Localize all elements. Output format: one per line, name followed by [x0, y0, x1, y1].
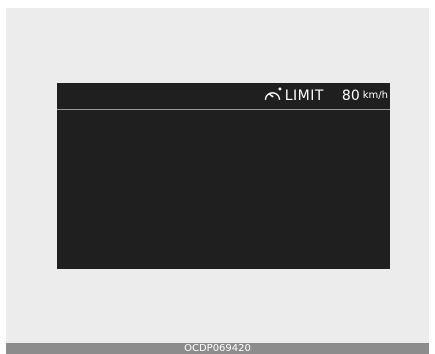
cluster-status-bar: LIMIT 80 km/h [57, 83, 390, 108]
speed-unit: km/h [362, 90, 388, 101]
cluster-display: LIMIT 80 km/h [57, 83, 390, 269]
speed-limit-value: 80 [341, 87, 360, 104]
speed-limiter-icon [264, 87, 282, 100]
limit-label: LIMIT [284, 87, 324, 104]
status-divider [57, 109, 390, 110]
figure-code: OCDP069420 [6, 343, 429, 354]
